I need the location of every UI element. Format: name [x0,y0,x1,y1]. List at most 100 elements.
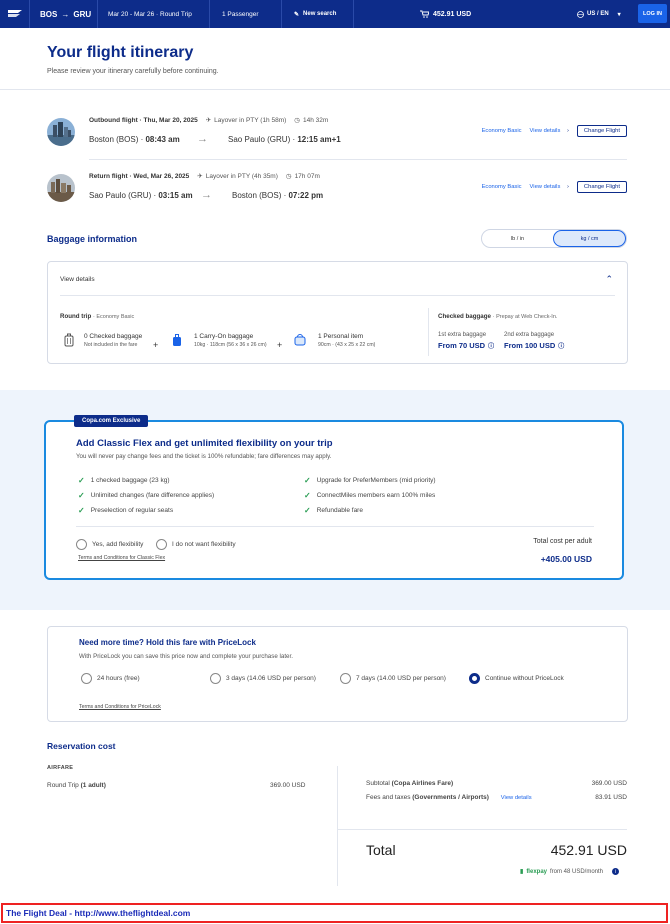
language-selector[interactable]: US / EN ▾ [577,0,621,28]
flight-actions: Economy Basic View details › Change Flig… [482,125,627,137]
flexpay-offer[interactable]: ▮ flexpay from 48 USD/month i [520,868,620,875]
cart-total: 452.91 USD [433,10,472,18]
flight-route: Sao Paulo (GRU) · 03:15 am → Boston (BOS… [89,189,323,201]
arrival-airport: Boston (BOS) · [232,190,289,200]
fees-row: Fees and taxes (Governments / Airports) … [366,794,532,801]
extra-baggage-1: 1st extra baggage From 70 USD ⓘ [438,332,494,350]
chevron-up-icon[interactable]: ⌃ [605,274,613,285]
benefit-item: ✓ 1 checked baggage (23 kg) [78,476,169,485]
benefit-text: ConnectMiles members earn 100% miles [316,492,436,499]
divider [76,526,594,527]
duration-text: 17h 07m [294,172,320,180]
arrival-time: 07:22 pm [288,190,324,200]
pricelock-option-7d[interactable]: 7 days (14.00 USD per person) [340,673,446,684]
benefit-item: ✓ Upgrade for PreferMembers (mid priority… [304,476,436,485]
passenger-count[interactable]: 1 Passenger [210,0,282,28]
page-title: Your flight itinerary [47,44,194,61]
flight-label: Outbound flight · Thu, Mar 20, 2025 [89,116,198,124]
radio-button[interactable] [76,539,87,550]
checked-note: · Prepay at Web Check-In. [492,314,558,320]
fees-note: (Governments / Airports) [412,794,489,801]
copa-logo[interactable] [0,0,30,28]
flexpay-brand: flexpay [526,868,547,875]
pricelock-option-none[interactable]: Continue without PriceLock [469,673,564,684]
arrival: Boston (BOS) · 07:22 pm [232,191,323,200]
benefit-text: Preselection of regular seats [90,507,174,514]
radio-label: Continue without PriceLock [485,675,564,682]
extra-price-text: From 100 USD [504,341,556,350]
round-trip-value: 369.00 USD [270,782,306,789]
flight-header: Outbound flight · Thu, Mar 20, 2025 ✈ Lay… [89,116,329,125]
change-flight-button[interactable]: Change Flight [576,181,627,193]
fare-family-link[interactable]: Economy Basic [482,184,522,190]
radio-button[interactable] [81,673,92,684]
pricelock-terms-link[interactable]: Terms and Conditions for PriceLock [79,704,161,710]
subtotal-row: Subtotal (Copa Airlines Fare) [366,780,453,787]
benefit-item: ✓ Unlimited changes (fare difference appl… [78,491,214,500]
fees-value: 83.91 USD [595,794,627,801]
info-icon[interactable]: i [612,868,620,875]
view-details-link[interactable]: View details › [530,128,569,134]
radio-label: I do not want flexibility [172,541,236,548]
bag-item-sub: 10kg · 118cm (56 x 36 x 26 cm) [194,342,267,348]
login-button[interactable]: LOG IN [638,4,667,23]
info-icon[interactable]: ⓘ [488,341,494,350]
bag-item-title: 1 Carry-On baggage [194,333,254,340]
flex-total-label: Total cost per adult [533,538,592,545]
divider [89,159,627,160]
benefit-text: Upgrade for PreferMembers (mid priority) [316,477,436,484]
unit-kg-option[interactable]: kg / cm [553,230,626,247]
travel-dates[interactable]: Mar 20 - Mar 26 · Round Trip [98,0,210,28]
flex-no-option[interactable]: I do not want flexibility [156,539,236,550]
language-label: US / EN [587,11,609,17]
baggage-section-title: Baggage information [47,234,138,244]
pricelock-option-3d[interactable]: 3 days (14.06 USD per person) [210,673,316,684]
boston-skyline-image [47,118,75,146]
flight-actions: Economy Basic View details › Change Flig… [482,181,627,193]
radio-button[interactable] [156,539,167,550]
layover-text: Layover in PTY (1h 58m) [214,116,287,124]
return-flight-card: Return flight · Wed, Mar 26, 2025 ✈ Layov… [47,172,627,212]
cart-icon [420,10,429,18]
radio-button[interactable] [340,673,351,684]
view-details-link[interactable]: View details › [530,184,569,190]
check-icon: ✓ [304,491,311,500]
radio-button[interactable] [210,673,221,684]
view-details-label: View details [529,184,561,190]
subtotal-label: Subtotal [366,780,390,787]
clock-icon: ◷ [285,173,292,180]
layover-info: ✈ Layover in PTY (4h 35m) [197,172,278,181]
globe-icon [577,10,584,18]
grand-total-value: 452.91 USD [550,842,627,858]
personal-bag-icon [294,334,306,346]
flexpay-text: from 48 USD/month [550,868,604,875]
page-subtitle: Please review your itinerary carefully b… [47,68,219,75]
baggage-view-details[interactable]: View details [60,276,95,283]
new-search-label: New search [303,11,337,17]
round-trip-title: Round trip [60,313,92,320]
benefit-text: Unlimited changes (fare difference appli… [90,492,215,499]
info-icon[interactable]: ⓘ [558,341,564,350]
departure-airport: Boston (BOS) · [89,134,146,144]
new-search-button[interactable]: ✎ New search [282,0,354,28]
fare-family-link[interactable]: Economy Basic [482,128,522,134]
pricelock-option-24h[interactable]: 24 hours (free) [81,673,140,684]
fees-view-details-link[interactable]: View details [501,795,532,801]
bag-item-title: 1 Personal item [318,333,364,340]
view-details-label: View details [529,128,561,134]
change-flight-button[interactable]: Change Flight [576,125,627,137]
arrow-right-icon: → [197,133,208,145]
extra-baggage-price: From 70 USD ⓘ [438,341,494,350]
duration-text: 14h 32m [302,116,329,124]
plane-icon: ✈ [197,173,203,180]
flex-terms-link[interactable]: Terms and Conditions for Classic Flex [78,555,165,561]
benefit-item: ✓ Preselection of regular seats [78,506,173,515]
grand-total-label: Total [366,842,396,858]
unit-lb-option[interactable]: lb / in [482,230,553,247]
route-summary[interactable]: BOS → GRU [30,0,98,28]
plane-icon: ✈ [205,117,212,124]
baggage-card: View details ⌃ Round trip · Economy Basi… [47,261,628,364]
flex-yes-option[interactable]: Yes, add flexibility [76,539,143,550]
radio-button-selected[interactable] [469,673,480,684]
cart-summary[interactable]: 452.91 USD [420,0,471,28]
